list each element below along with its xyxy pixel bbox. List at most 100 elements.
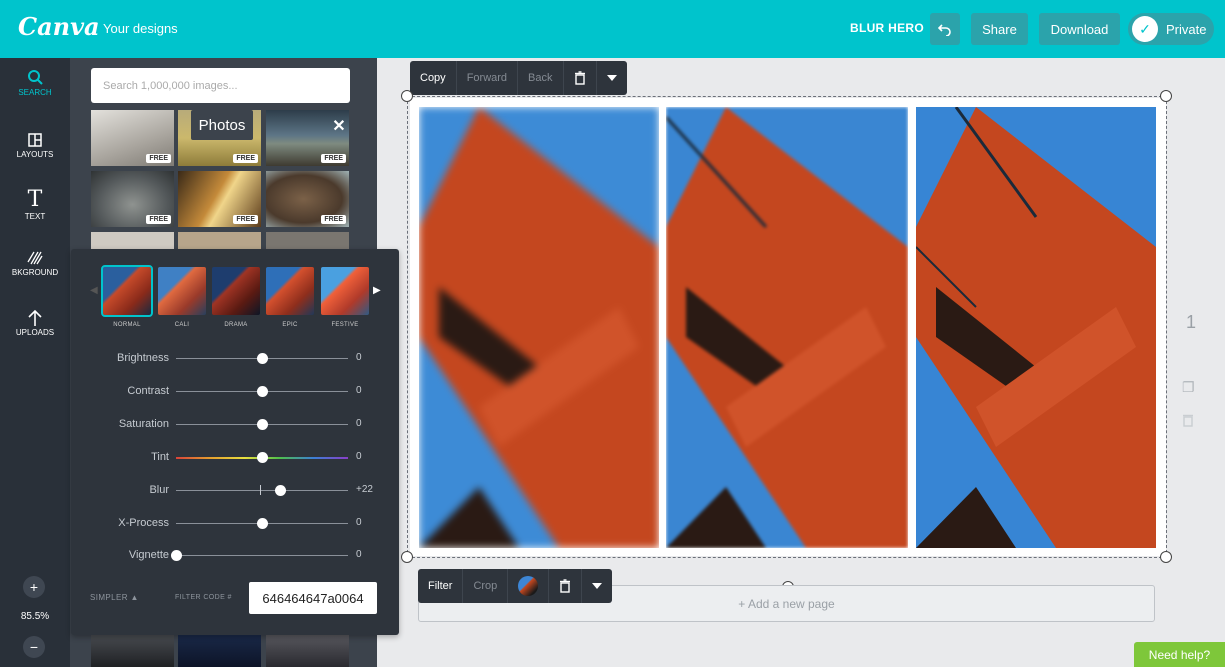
library-thumb[interactable] bbox=[91, 633, 174, 667]
library-thumb[interactable]: FREE bbox=[91, 110, 174, 166]
design-title[interactable]: BLUR HERO bbox=[850, 21, 924, 35]
free-badge: FREE bbox=[321, 215, 346, 224]
more-button[interactable] bbox=[597, 61, 627, 95]
slider-label: Saturation bbox=[118, 418, 169, 430]
slider-label: Vignette bbox=[128, 549, 169, 561]
photo-blur-high[interactable] bbox=[419, 107, 659, 548]
your-designs-link[interactable]: Your designs bbox=[103, 21, 178, 36]
check-icon: ✓ bbox=[1132, 16, 1158, 42]
blur-slider[interactable]: Blur +22 bbox=[71, 481, 399, 501]
slider-track[interactable] bbox=[176, 490, 348, 491]
slider-value: 0 bbox=[356, 418, 362, 429]
library-thumb[interactable]: FREE bbox=[266, 171, 349, 227]
upload-icon bbox=[28, 309, 42, 326]
private-toggle[interactable]: ✓ Private bbox=[1128, 13, 1214, 45]
photos-tooltip: Photos bbox=[191, 110, 253, 140]
preset-epic[interactable]: EPIC bbox=[266, 267, 314, 328]
slider-value: 0 bbox=[356, 385, 362, 396]
library-thumb[interactable]: FREE bbox=[178, 171, 261, 227]
contrast-slider[interactable]: Contrast 0 bbox=[71, 382, 399, 402]
filter-code-field[interactable]: 646464647a0064 bbox=[249, 582, 377, 614]
nav-text[interactable]: T TEXT bbox=[0, 187, 70, 222]
brightness-slider[interactable]: Brightness 0 bbox=[71, 349, 399, 369]
nav-search[interactable]: SEARCH bbox=[0, 68, 70, 97]
slider-knob[interactable] bbox=[256, 518, 268, 529]
slider-knob[interactable] bbox=[170, 550, 182, 561]
search-icon bbox=[28, 70, 43, 85]
simpler-toggle[interactable]: SIMPLER ▲ bbox=[90, 593, 139, 602]
search-input[interactable] bbox=[91, 68, 350, 103]
library-thumb[interactable] bbox=[178, 633, 261, 667]
delete-button[interactable] bbox=[549, 569, 581, 603]
close-icon[interactable]: ✕ bbox=[329, 116, 349, 136]
slider-knob[interactable] bbox=[256, 452, 268, 463]
text-icon: T bbox=[27, 187, 43, 212]
photo-sharp[interactable] bbox=[916, 107, 1156, 548]
nav-layouts[interactable]: LAYOUTS bbox=[0, 130, 70, 159]
preset-label: EPIC bbox=[282, 322, 298, 328]
need-help-button[interactable]: Need help? bbox=[1134, 642, 1225, 667]
free-badge: FREE bbox=[233, 154, 258, 163]
free-badge: FREE bbox=[146, 215, 171, 224]
image-swatch-button[interactable] bbox=[508, 569, 548, 603]
vignette-slider[interactable]: Vignette 0 bbox=[71, 546, 399, 566]
more-button[interactable] bbox=[582, 569, 612, 603]
slider-knob[interactable] bbox=[256, 353, 268, 364]
image-swatch-icon bbox=[518, 576, 539, 596]
library-thumb[interactable]: FREE bbox=[91, 171, 174, 227]
slider-knob[interactable] bbox=[275, 485, 287, 496]
filter-panel: ◀ NORMAL CALI DRAMA EPIC FESTIVE ▶ Brigh… bbox=[71, 249, 399, 635]
forward-button[interactable]: Forward bbox=[457, 61, 517, 95]
slider-label: Brightness bbox=[117, 352, 169, 364]
slider-value: 0 bbox=[356, 451, 362, 462]
preset-festive[interactable]: FESTIVE bbox=[321, 267, 369, 328]
filter-code-label: FILTER CODE # bbox=[175, 594, 232, 601]
slider-knob[interactable] bbox=[256, 419, 268, 430]
preset-cali[interactable]: CALI bbox=[158, 267, 206, 328]
free-badge: FREE bbox=[146, 154, 171, 163]
layouts-icon bbox=[28, 133, 42, 147]
canva-logo[interactable]: Canva bbox=[18, 12, 100, 41]
nav-uploads[interactable]: UPLOADS bbox=[0, 308, 70, 337]
resize-handle[interactable] bbox=[401, 90, 413, 102]
resize-handle[interactable] bbox=[1160, 90, 1172, 102]
bridge-photo bbox=[419, 107, 659, 548]
tint-slider[interactable]: Tint 0 bbox=[71, 448, 399, 468]
crop-button[interactable]: Crop bbox=[463, 569, 507, 603]
back-button[interactable]: Back bbox=[518, 61, 562, 95]
nav-layouts-label: LAYOUTS bbox=[16, 150, 54, 159]
nav-background[interactable]: BKGROUND bbox=[0, 248, 70, 277]
slider-label: X-Process bbox=[118, 517, 169, 529]
preset-thumbnail bbox=[266, 267, 314, 315]
delete-button[interactable] bbox=[564, 61, 596, 95]
free-badge: FREE bbox=[321, 154, 346, 163]
zero-tick bbox=[260, 485, 261, 495]
chevron-right-icon[interactable]: ▶ bbox=[373, 285, 381, 296]
library-thumb[interactable] bbox=[266, 633, 349, 667]
duplicate-page-icon[interactable]: ❐ bbox=[1182, 379, 1195, 396]
copy-button[interactable]: Copy bbox=[410, 61, 456, 95]
preset-drama[interactable]: DRAMA bbox=[212, 267, 260, 328]
preset-normal[interactable]: NORMAL bbox=[101, 265, 153, 328]
nav-text-label: TEXT bbox=[24, 212, 46, 221]
trash-icon bbox=[574, 71, 585, 85]
slider-knob[interactable] bbox=[256, 386, 268, 397]
filter-button[interactable]: Filter bbox=[418, 569, 462, 603]
resize-handle[interactable] bbox=[1160, 551, 1172, 563]
delete-page-icon[interactable] bbox=[1182, 413, 1194, 430]
page-number: 1 bbox=[1186, 312, 1197, 332]
download-button[interactable]: Download bbox=[1039, 13, 1120, 45]
slider-track[interactable] bbox=[176, 555, 348, 556]
caret-down-icon bbox=[592, 583, 603, 589]
trash-icon bbox=[560, 579, 571, 593]
photo-blur-medium[interactable] bbox=[666, 107, 908, 548]
saturation-slider[interactable]: Saturation 0 bbox=[71, 415, 399, 435]
resize-handle[interactable] bbox=[401, 551, 413, 563]
undo-button[interactable] bbox=[930, 13, 960, 45]
chevron-left-icon[interactable]: ◀ bbox=[90, 285, 98, 296]
share-button[interactable]: Share bbox=[971, 13, 1028, 45]
background-icon bbox=[27, 251, 43, 265]
x-process-slider[interactable]: X-Process 0 bbox=[71, 514, 399, 534]
zoom-out-button[interactable]: − bbox=[23, 636, 45, 658]
zoom-in-button[interactable]: + bbox=[23, 576, 45, 598]
